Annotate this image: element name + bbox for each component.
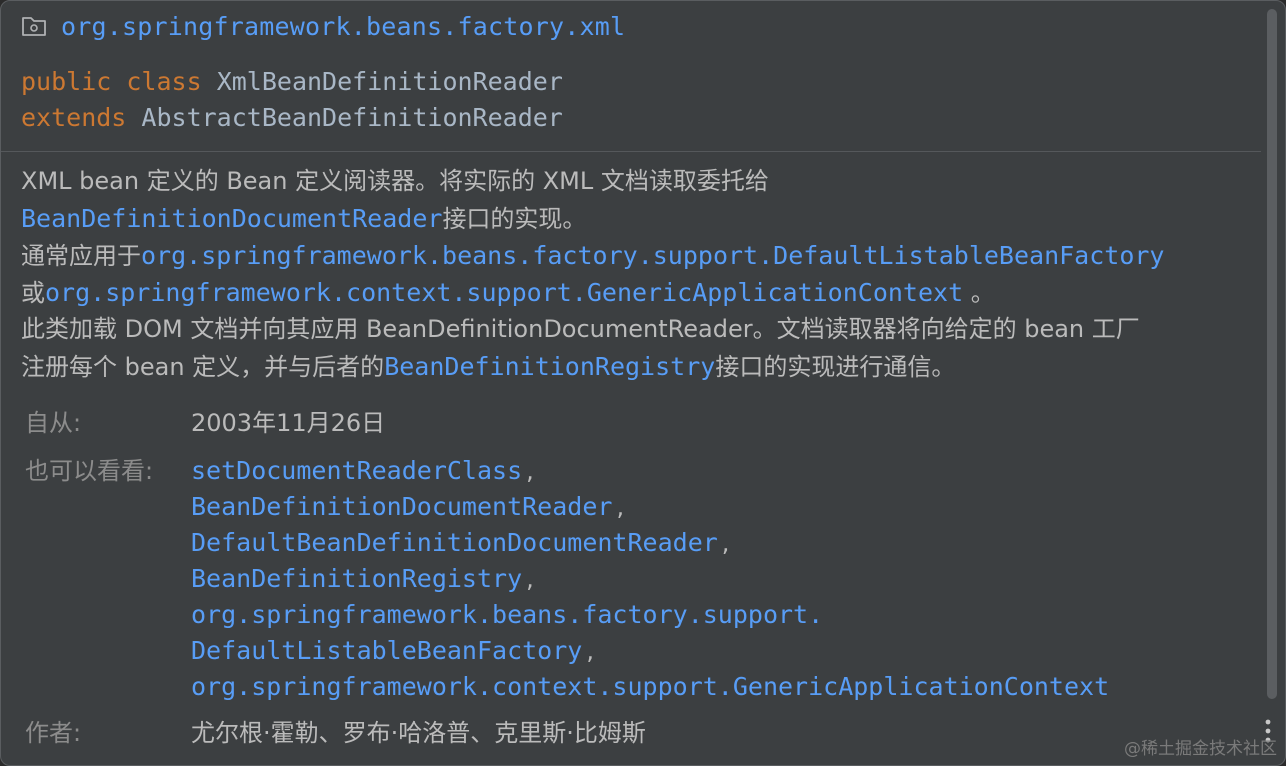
desc-line: 此类加载 DOM 文档并向其应用 BeanDefinitionDocumentR…: [21, 315, 1140, 343]
see-also-list: setDocumentReaderClass, BeanDefinitionDo…: [191, 453, 1113, 705]
see-also-link[interactable]: BeanDefinitionDocumentReader: [191, 492, 612, 521]
see-also-item: BeanDefinitionDocumentReader,: [191, 492, 625, 521]
see-also-link[interactable]: DefaultListableBeanFactory: [191, 636, 582, 665]
since-label: 自从:: [25, 409, 82, 437]
doc-tags: 自从: 2003年11月26日 也可以看看: setDocumentReader…: [25, 403, 1255, 753]
package-folder-icon: [22, 17, 46, 36]
see-also-item: DefaultListableBeanFactory,: [191, 636, 594, 665]
author-label: 作者:: [25, 719, 82, 747]
desc-line: XML bean 定义的 Bean 定义阅读器。将实际的 XML 文档读取委托给: [21, 167, 769, 195]
desc-line: 或org.springframework.context.support.Gen…: [21, 278, 995, 307]
see-also-link[interactable]: setDocumentReaderClass: [191, 456, 522, 485]
desc-line: BeanDefinitionDocumentReader接口的实现。: [21, 204, 587, 233]
keyword-extends: extends: [21, 103, 127, 132]
class-signature-line-2: extends AbstractBeanDefinitionReader: [21, 103, 563, 132]
bean-definition-registry-link[interactable]: BeanDefinitionRegistry: [384, 352, 715, 381]
keyword-public: public: [21, 67, 112, 96]
desc-line: 注册每个 bean 定义，并与后者的BeanDefinitionRegistry…: [21, 352, 956, 381]
desc-line: 通常应用于org.springframework.beans.factory.s…: [21, 241, 1165, 270]
see-also-row: 也可以看看: setDocumentReaderClass, BeanDefin…: [25, 453, 1255, 705]
author-value: 尤尔根·霍勒、罗布·哈洛普、克里斯·比姆斯: [191, 719, 646, 747]
see-also-link[interactable]: org.springframework.context.support.Gene…: [191, 672, 1109, 701]
doc-header: org.springframework.beans.factory.xml pu…: [1, 1, 1261, 152]
class-name: XmlBeanDefinitionReader: [216, 67, 563, 96]
scrollbar-thumb[interactable]: [1267, 9, 1277, 699]
see-also-link[interactable]: org.springframework.beans.factory.suppor…: [191, 600, 823, 629]
class-signature-line-1: public class XmlBeanDefinitionReader: [21, 67, 563, 96]
bean-definition-document-reader-link[interactable]: BeanDefinitionDocumentReader: [21, 204, 442, 233]
see-also-label: 也可以看看:: [25, 457, 154, 485]
keyword-class: class: [126, 67, 202, 96]
author-row: 作者: 尤尔根·霍勒、罗布·哈洛普、克里斯·比姆斯: [25, 713, 1255, 753]
see-also-item: org.springframework.context.support.Gene…: [191, 669, 1113, 705]
since-row: 自从: 2003年11月26日: [25, 403, 1255, 443]
doc-description: XML bean 定义的 Bean 定义阅读器。将实际的 XML 文档读取委托给…: [21, 163, 1251, 385]
see-also-item: org.springframework.beans.factory.suppor…: [191, 597, 1113, 633]
see-also-link[interactable]: DefaultBeanDefinitionDocumentReader: [191, 528, 718, 557]
generic-application-context-link[interactable]: org.springframework.context.support.Gene…: [45, 278, 963, 307]
vertical-scrollbar[interactable]: [1259, 1, 1285, 765]
see-also-item: BeanDefinitionRegistry,: [191, 564, 534, 593]
see-also-link[interactable]: BeanDefinitionRegistry: [191, 564, 522, 593]
superclass-name: AbstractBeanDefinitionReader: [141, 103, 563, 132]
package-name-link[interactable]: org.springframework.beans.factory.xml: [61, 12, 625, 41]
watermark: @稀土掘金技术社区: [1124, 739, 1277, 759]
see-also-item: DefaultBeanDefinitionDocumentReader,: [191, 528, 730, 557]
see-also-item: setDocumentReaderClass,: [191, 456, 534, 485]
documentation-popup: org.springframework.beans.factory.xml pu…: [0, 0, 1286, 766]
package-row: org.springframework.beans.factory.xml: [21, 9, 625, 43]
default-listable-bean-factory-link[interactable]: org.springframework.beans.factory.suppor…: [141, 241, 1165, 270]
since-value: 2003年11月26日: [191, 409, 386, 437]
